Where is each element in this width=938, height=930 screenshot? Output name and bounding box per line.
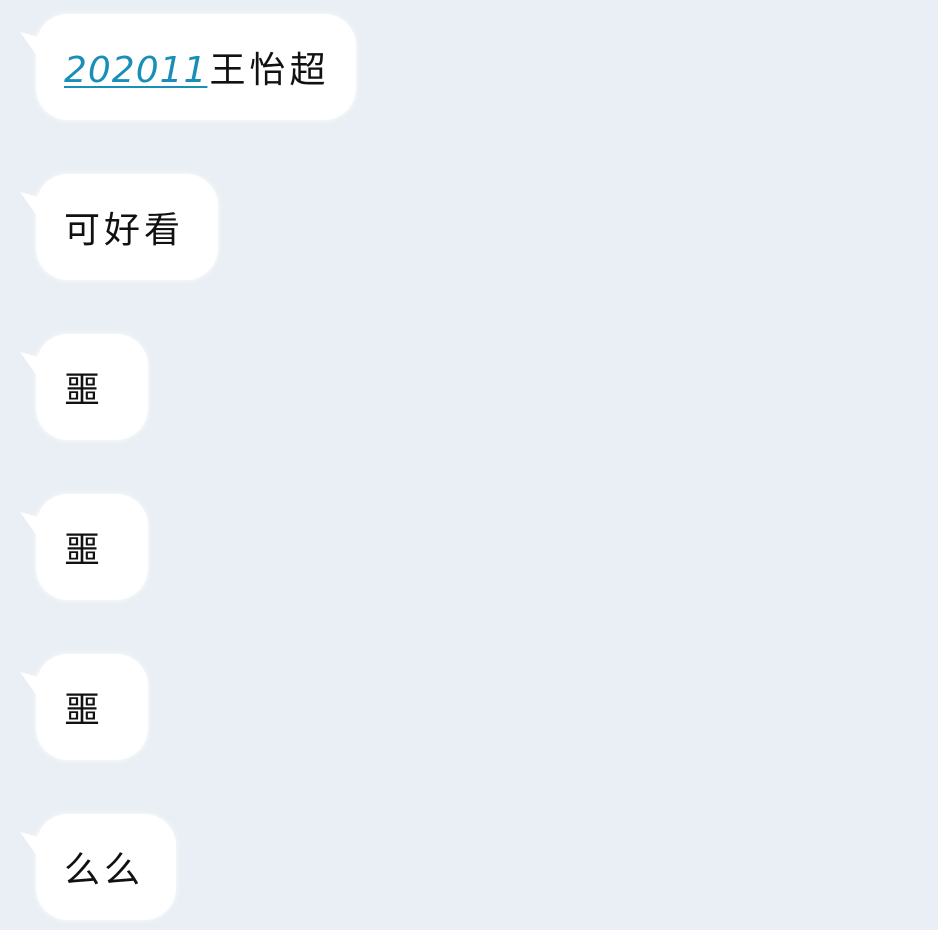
chat-message-list: 202011王怡超 可好看 噩 噩 噩 么么 [0, 0, 938, 930]
bubble-tail [20, 672, 60, 706]
message-bubble[interactable]: 噩 [20, 494, 148, 600]
message-text-suffix: 王怡超 [209, 50, 330, 91]
message-text: 噩 [64, 690, 105, 731]
message-link[interactable]: 202011 [64, 50, 207, 91]
bubble-tail [20, 512, 60, 546]
message-text: 可好看 [64, 210, 185, 251]
bubble-tail [20, 192, 60, 226]
bubble-tail [20, 832, 60, 866]
bubble-tail [20, 352, 60, 386]
message-text: 噩 [64, 370, 105, 411]
message-text: 202011王怡超 [64, 41, 329, 93]
message-bubble[interactable]: 可好看 [20, 174, 218, 280]
message-text: 噩 [64, 530, 105, 571]
message-bubble[interactable]: 么么 [20, 814, 176, 920]
message-bubble[interactable]: 噩 [20, 334, 148, 440]
message-bubble[interactable]: 噩 [20, 654, 148, 760]
message-text: 么么 [64, 850, 145, 891]
message-bubble[interactable]: 202011王怡超 [20, 14, 356, 120]
bubble-tail [20, 32, 60, 66]
